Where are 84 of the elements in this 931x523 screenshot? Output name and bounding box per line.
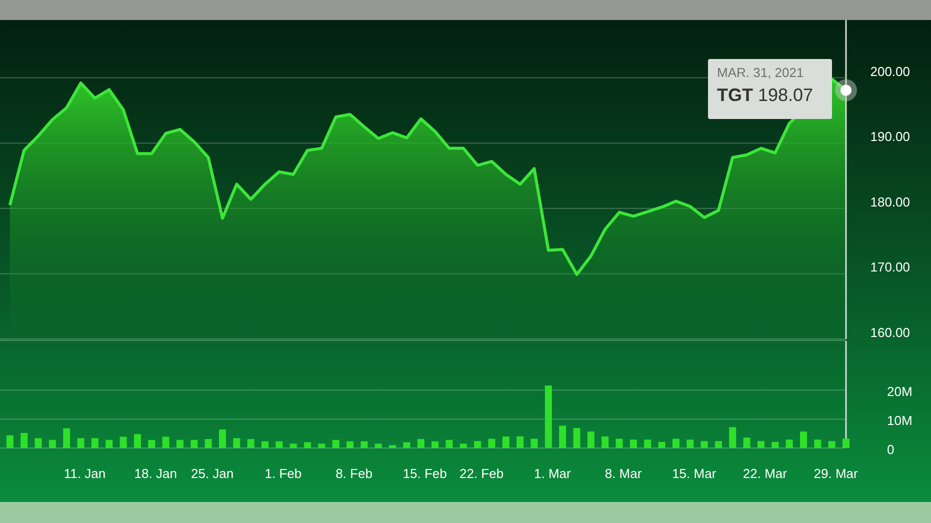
- volume-bar: [772, 442, 779, 448]
- data-point-marker: [835, 79, 857, 102]
- volume-bar: [318, 444, 326, 448]
- axis-label: 15. Feb: [402, 466, 447, 481]
- volume-bar: [91, 438, 98, 448]
- axis-label: 29. Mar: [814, 466, 858, 481]
- volume-bar: [20, 432, 28, 448]
- volume-bar: [176, 440, 184, 448]
- volume-bar: [304, 442, 311, 448]
- volume-bar: [842, 438, 850, 448]
- volume-bar: [233, 438, 240, 448]
- axis-label: 170.00: [870, 260, 910, 275]
- volume-bar: [672, 438, 680, 448]
- volume-bar: [446, 440, 453, 448]
- volume-bar: [276, 441, 283, 448]
- volume-bar: [743, 438, 750, 448]
- axis-label: 20M: [887, 384, 912, 400]
- tooltip-symbol: TGT: [717, 84, 753, 107]
- volume-bar: [630, 440, 637, 448]
- volume-bar: [360, 441, 368, 448]
- volume-bar: [374, 444, 382, 448]
- axis-label: 1. Feb: [264, 466, 302, 481]
- volume-bar: [502, 436, 510, 448]
- axis-label: 200.00: [870, 64, 910, 79]
- volume-bar: [530, 438, 538, 448]
- volume-bar: [290, 444, 297, 448]
- volume-bar: [828, 441, 836, 448]
- volume-bar: [616, 438, 623, 448]
- volume-bar: [700, 441, 708, 448]
- volume-bar: [120, 436, 127, 448]
- volume-bar: [148, 440, 156, 448]
- axis-label: 11. Jan: [64, 466, 106, 481]
- volume-bar: [262, 441, 268, 448]
- axis-label: 25. Jan: [190, 466, 234, 481]
- volume-bar: [346, 441, 354, 448]
- volume-bar: [332, 440, 340, 448]
- volume-bar: [134, 434, 141, 448]
- volume-bar: [814, 440, 822, 448]
- volume-bar: [432, 441, 439, 448]
- volume-bar: [34, 438, 42, 448]
- volume-bar: [516, 436, 524, 448]
- volume-bar: [218, 430, 226, 448]
- volume-bar: [106, 440, 113, 448]
- volume-bar: [389, 445, 396, 448]
- volume-bar: [587, 432, 594, 448]
- volume-bar: [714, 441, 722, 448]
- volume-bar: [247, 439, 254, 448]
- axis-label: 1. Mar: [534, 466, 571, 481]
- volume-bar: [460, 444, 467, 448]
- volume-bar: [757, 441, 764, 448]
- volume-bar: [417, 439, 424, 448]
- volume-bar: [204, 439, 212, 448]
- volume-bar: [403, 442, 410, 448]
- axis-label: 18. Jan: [134, 466, 177, 481]
- volume-bar: [63, 428, 70, 448]
- tooltip-date: MAR. 31, 2021: [717, 65, 805, 81]
- volume-bar: [602, 436, 609, 448]
- axis-label: 15. Mar: [672, 466, 716, 481]
- volume-bar: [48, 440, 56, 448]
- volume-bar: [800, 432, 807, 448]
- volume-bar: [6, 435, 14, 448]
- volume-bar: [77, 438, 84, 448]
- volume-bar: [644, 440, 652, 448]
- volume-bar: [190, 440, 198, 448]
- axis-label: 22. Feb: [460, 466, 504, 481]
- volume-bar: [559, 426, 566, 448]
- volume-bar: [544, 386, 552, 448]
- axis-label: 180.00: [870, 194, 910, 210]
- tooltip-price: 198.07: [758, 84, 814, 107]
- volume-bar: [573, 428, 580, 448]
- volume-bar: [686, 440, 694, 448]
- axis-label: 0: [887, 442, 894, 457]
- axis-label: 8. Feb: [336, 466, 372, 481]
- volume-bar: [488, 438, 496, 448]
- volume-bar: [786, 440, 793, 448]
- axis-label: 10M: [887, 413, 912, 428]
- volume-bar: [658, 442, 666, 448]
- axis-label: 190.00: [870, 129, 910, 144]
- axis-label: 22. Mar: [742, 466, 788, 481]
- volume-bar: [729, 427, 736, 448]
- axis-label: 8. Mar: [604, 466, 642, 481]
- volume-bar: [162, 436, 170, 448]
- volume-bar: [474, 441, 482, 448]
- axis-label: 160.00: [870, 325, 910, 340]
